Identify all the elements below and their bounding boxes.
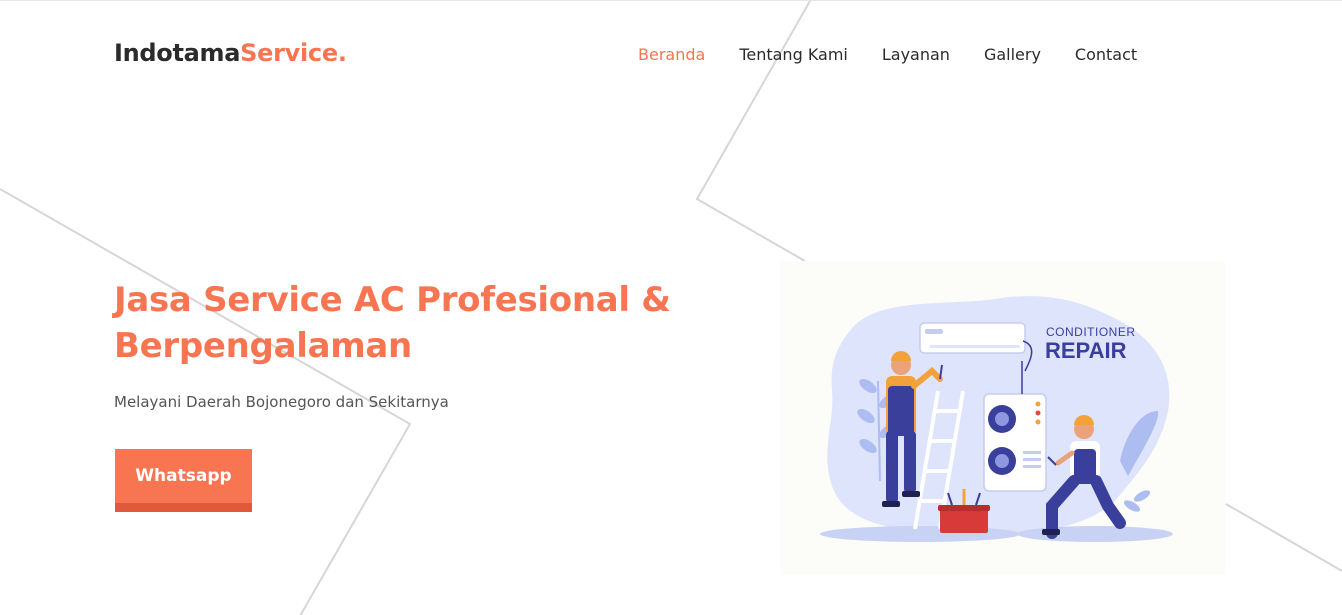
hero-subtitle: Melayani Daerah Bojonegoro dan Sekitarny…: [114, 393, 449, 411]
page: IndotamaService. Beranda Tentang Kami La…: [0, 0, 1342, 615]
ground-shadow-right: [1017, 526, 1173, 542]
logo-text-accent: Service.: [240, 39, 347, 67]
nav-layanan[interactable]: Layanan: [882, 45, 950, 64]
main-nav: Beranda Tentang Kami Layanan Gallery Con…: [638, 45, 1137, 64]
logo-text-dark: Indotama: [114, 39, 241, 67]
illustration-caption-line2: REPAIR: [1045, 338, 1127, 363]
hero-illustration: CONDITIONER REPAIR: [780, 261, 1225, 575]
nav-contact[interactable]: Contact: [1075, 45, 1137, 64]
nav-beranda[interactable]: Beranda: [638, 45, 705, 64]
illustration-caption-line1: CONDITIONER: [1046, 325, 1136, 339]
hero-title: Jasa Service AC Profesional & Berpengala…: [114, 277, 714, 369]
bg-line-top: [695, 1, 811, 262]
ground-shadow-left: [820, 526, 1020, 542]
nav-gallery[interactable]: Gallery: [984, 45, 1041, 64]
hero-title-line2: Berpengalaman: [114, 326, 412, 366]
ac-repair-illustration: CONDITIONER REPAIR: [820, 296, 1173, 542]
whatsapp-button[interactable]: Whatsapp: [115, 449, 252, 512]
nav-tentang-kami[interactable]: Tentang Kami: [739, 45, 848, 64]
hero-title-line1: Jasa Service AC Profesional &: [114, 280, 671, 320]
bg-line-right: [1225, 503, 1342, 572]
site-logo[interactable]: IndotamaService.: [114, 39, 347, 67]
